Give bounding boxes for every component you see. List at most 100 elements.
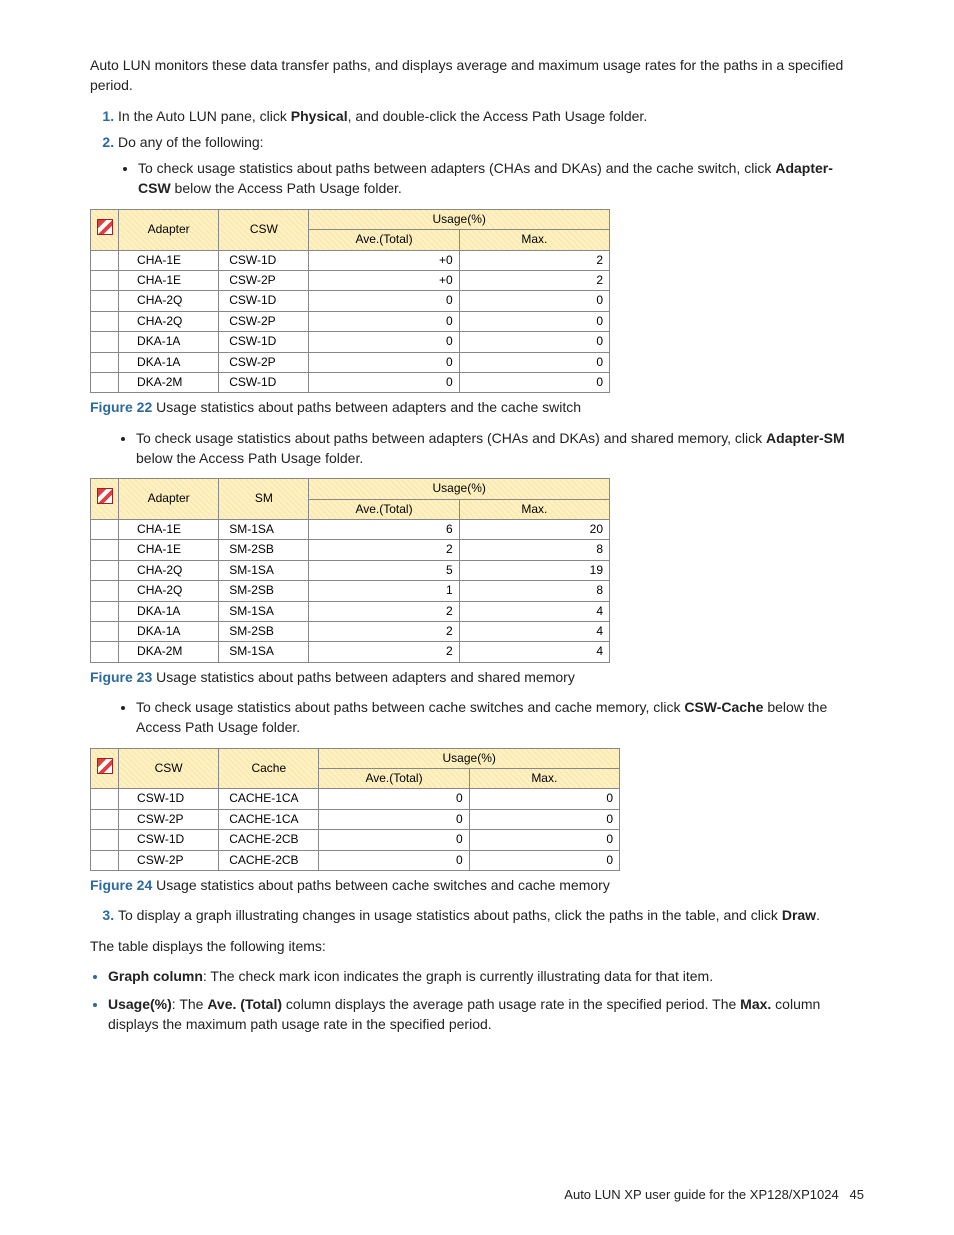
step2-sublist-b: To check usage statistics about paths be… <box>116 428 864 469</box>
graph-header-icon <box>91 479 119 520</box>
footer-title: Auto LUN XP user guide for the XP128/XP1… <box>564 1187 838 1202</box>
h-ave: Ave.(Total) <box>319 768 469 788</box>
table-adapter-csw: Adapter CSW Usage(%) Ave.(Total) Max. CH… <box>90 209 610 394</box>
cell-ave: 2 <box>309 601 459 621</box>
cell-a: CHA-2Q <box>119 291 219 311</box>
step3-bold: Draw <box>782 907 816 923</box>
graph-cell <box>91 809 119 829</box>
steps-list: In the Auto LUN pane, click Physical, an… <box>90 106 864 199</box>
cell-b: CSW-1D <box>219 250 309 270</box>
fig23-text: Usage statistics about paths between ada… <box>152 669 575 685</box>
cell-b: SM-2SB <box>219 581 309 601</box>
cell-ave: 0 <box>319 789 469 809</box>
table-row[interactable]: CHA-2QSM-1SA519 <box>91 560 610 580</box>
cell-ave: 0 <box>309 352 459 372</box>
table-row[interactable]: CHA-1ESM-1SA620 <box>91 519 610 539</box>
graph-cell <box>91 372 119 392</box>
fig22-text: Usage statistics about paths between ada… <box>152 399 581 415</box>
cell-a: CHA-2Q <box>119 311 219 331</box>
h-usage: Usage(%) <box>309 209 610 229</box>
table-row[interactable]: DKA-2MSM-1SA24 <box>91 642 610 662</box>
cell-a: DKA-2M <box>119 372 219 392</box>
closing-text: The table displays the following items: <box>90 936 864 956</box>
cell-a: CSW-2P <box>119 809 219 829</box>
graph-cell <box>91 621 119 641</box>
bullet-adapter-sm: To check usage statistics about paths be… <box>136 428 864 469</box>
fig24-label: Figure 24 <box>90 877 152 893</box>
t3-body: CSW-1DCACHE-1CA00CSW-2PCACHE-1CA00CSW-1D… <box>91 789 620 871</box>
t2-body: CHA-1ESM-1SA620CHA-1ESM-2SB28CHA-2QSM-1S… <box>91 519 610 662</box>
table-row[interactable]: DKA-1ASM-2SB24 <box>91 621 610 641</box>
cell-a: CHA-1E <box>119 519 219 539</box>
table-csw-cache: CSW Cache Usage(%) Ave.(Total) Max. CSW-… <box>90 748 620 871</box>
figure24-caption: Figure 24 Usage statistics about paths b… <box>90 875 864 895</box>
table-row[interactable]: DKA-1ASM-1SA24 <box>91 601 610 621</box>
chart-icon <box>97 758 113 774</box>
h-max: Max. <box>469 768 619 788</box>
table-row[interactable]: CHA-2QCSW-1D00 <box>91 291 610 311</box>
cell-a: CHA-2Q <box>119 560 219 580</box>
cell-max: 0 <box>459 372 609 392</box>
step2-sublist-c: To check usage statistics about paths be… <box>116 697 864 738</box>
graph-cell <box>91 540 119 560</box>
table-row[interactable]: CSW-1DCACHE-1CA00 <box>91 789 620 809</box>
cell-ave: 2 <box>309 540 459 560</box>
table-row[interactable]: DKA-1ACSW-2P00 <box>91 352 610 372</box>
h-ave: Ave.(Total) <box>309 230 459 250</box>
h-max: Max. <box>459 230 609 250</box>
b1-pre: To check usage statistics about paths be… <box>138 160 775 176</box>
graph-cell <box>91 581 119 601</box>
table-row[interactable]: CSW-2PCACHE-2CB00 <box>91 850 620 870</box>
t1-body: CHA-1ECSW-1D+02CHA-1ECSW-2P+02CHA-2QCSW-… <box>91 250 610 393</box>
table-row[interactable]: CHA-1ESM-2SB28 <box>91 540 610 560</box>
table-row[interactable]: DKA-1ACSW-1D00 <box>91 332 610 352</box>
cell-a: CHA-1E <box>119 250 219 270</box>
page: Auto LUN monitors these data transfer pa… <box>0 0 954 1235</box>
table-row[interactable]: CSW-2PCACHE-1CA00 <box>91 809 620 829</box>
fig23-label: Figure 23 <box>90 669 152 685</box>
cell-ave: 0 <box>309 311 459 331</box>
i2-bold3: Max. <box>740 996 771 1012</box>
graph-cell <box>91 291 119 311</box>
step2-sublist: To check usage statistics about paths be… <box>118 158 864 199</box>
cell-ave: 0 <box>319 850 469 870</box>
cell-b: SM-2SB <box>219 540 309 560</box>
table-row[interactable]: CHA-1ECSW-2P+02 <box>91 270 610 290</box>
graph-cell <box>91 560 119 580</box>
b3-pre: To check usage statistics about paths be… <box>136 699 684 715</box>
steps-list-cont: To display a graph illustrating changes … <box>90 905 864 925</box>
graph-header-icon <box>91 209 119 250</box>
cell-max: 0 <box>469 850 619 870</box>
page-footer: Auto LUN XP user guide for the XP128/XP1… <box>564 1186 864 1205</box>
table-row[interactable]: CSW-1DCACHE-2CB00 <box>91 830 620 850</box>
cell-b: CSW-1D <box>219 332 309 352</box>
step3-pre: To display a graph illustrating changes … <box>118 907 782 923</box>
cell-b: SM-1SA <box>219 560 309 580</box>
cell-b: CACHE-2CB <box>219 850 319 870</box>
cell-max: 4 <box>459 601 609 621</box>
cell-b: CSW-2P <box>219 270 309 290</box>
table-row[interactable]: CHA-2QCSW-2P00 <box>91 311 610 331</box>
table-row[interactable]: CHA-1ECSW-1D+02 <box>91 250 610 270</box>
table-row[interactable]: DKA-2MCSW-1D00 <box>91 372 610 392</box>
step3-post: . <box>816 907 820 923</box>
graph-cell <box>91 270 119 290</box>
cell-a: CHA-2Q <box>119 581 219 601</box>
i1-text: : The check mark icon indicates the grap… <box>203 968 713 984</box>
i1-bold: Graph column <box>108 968 203 984</box>
table-row[interactable]: CHA-2QSM-2SB18 <box>91 581 610 601</box>
cell-ave: 2 <box>309 642 459 662</box>
cell-a: DKA-1A <box>119 601 219 621</box>
cell-ave: 0 <box>309 372 459 392</box>
cell-ave: 0 <box>319 830 469 850</box>
i2-bold2: Ave. (Total) <box>207 996 282 1012</box>
cell-max: 19 <box>459 560 609 580</box>
step2-text: Do any of the following: <box>118 134 264 150</box>
graph-cell <box>91 601 119 621</box>
graph-cell <box>91 332 119 352</box>
cell-b: SM-1SA <box>219 601 309 621</box>
step1-bold: Physical <box>291 108 348 124</box>
cell-ave: 0 <box>319 809 469 829</box>
cell-max: 2 <box>459 250 609 270</box>
graph-cell <box>91 642 119 662</box>
